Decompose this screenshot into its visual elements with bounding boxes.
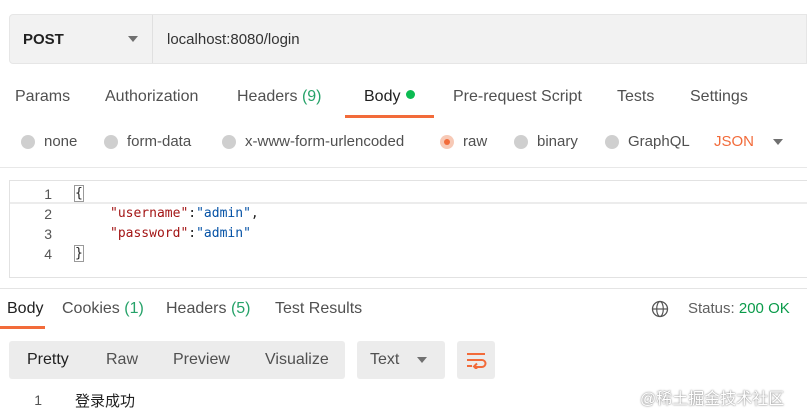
tab-pre-request-script[interactable]: Pre-request Script <box>453 88 582 106</box>
tab-settings[interactable]: Settings <box>690 88 748 106</box>
method-label: POST <box>23 30 64 48</box>
tab-label: Pre-request Script <box>453 88 582 105</box>
tab-count: (9) <box>301 88 322 105</box>
request-tabs: Params Authorization Headers (9) Body Pr… <box>0 80 807 120</box>
tab-label: Headers <box>237 88 298 105</box>
line-number: 1 <box>44 186 52 202</box>
close-brace: } <box>74 245 84 262</box>
line-number: 1 <box>34 392 42 408</box>
chevron-down-icon <box>128 36 138 42</box>
view-visualize-button[interactable]: Visualize <box>265 351 329 369</box>
radio-raw[interactable]: raw <box>440 133 487 150</box>
tab-authorization[interactable]: Authorization <box>105 88 198 106</box>
code-line: 2 "username":"admin", <box>10 204 807 224</box>
radio-circle <box>21 134 35 149</box>
code-line: 4 } <box>10 244 807 264</box>
body-format-label: JSON <box>714 133 755 150</box>
json-value: "admin" <box>196 206 251 221</box>
code-text: { <box>74 184 84 204</box>
request-body-editor[interactable]: 1 { 2 "username":"admin", 3 "password":"… <box>9 180 807 278</box>
radio-label: binary <box>537 133 578 150</box>
tab-label: Settings <box>690 88 748 105</box>
status-label: Status: <box>688 300 735 317</box>
code-text: "password":"admin" <box>110 224 251 244</box>
globe-icon[interactable] <box>651 300 669 318</box>
url-text: localhost:8080/login <box>167 30 300 48</box>
tab-count: (1) <box>124 300 144 317</box>
radio-label: raw <box>463 133 488 150</box>
tab-label: Headers <box>166 300 227 317</box>
line-number: 2 <box>44 206 52 222</box>
tab-label: Params <box>15 88 71 105</box>
response-format-label: Text <box>370 351 400 368</box>
chevron-down-icon <box>417 357 428 363</box>
wrap-lines-icon <box>467 353 487 369</box>
active-tab-underline <box>0 326 45 329</box>
view-mode-group: Pretty Raw Preview Visualize <box>9 341 345 379</box>
line-number: 4 <box>44 246 52 262</box>
radio-label: x-www-form-urlencoded <box>245 133 405 150</box>
radio-circle <box>104 134 118 149</box>
radio-none[interactable]: none <box>21 133 77 150</box>
tab-response-body[interactable]: Body <box>7 300 43 318</box>
tab-headers[interactable]: Headers (9) <box>237 88 322 106</box>
radio-x-www-form-urlencoded[interactable]: x-www-form-urlencoded <box>222 133 404 150</box>
active-tab-underline <box>345 115 434 118</box>
response-format-select[interactable]: Text <box>357 341 445 379</box>
tab-label: Cookies <box>62 300 120 317</box>
tab-test-results[interactable]: Test Results <box>275 300 362 318</box>
view-raw-button[interactable]: Raw <box>106 351 138 369</box>
radio-label: form-data <box>127 133 192 150</box>
radio-label: none <box>44 133 78 150</box>
divider <box>0 288 807 289</box>
radio-label: GraphQL <box>628 133 690 150</box>
tab-params[interactable]: Params <box>15 88 70 106</box>
json-key: "username" <box>110 206 189 221</box>
chevron-down-icon <box>773 138 784 145</box>
response-tabs: Body Cookies (1) Headers (5) Test Result… <box>0 290 807 330</box>
tab-label: Body <box>7 300 44 317</box>
tab-label: Test Results <box>275 300 363 317</box>
radio-circle <box>605 134 619 149</box>
radio-form-data[interactable]: form-data <box>104 133 191 150</box>
tab-tests[interactable]: Tests <box>617 88 654 106</box>
response-text: 登录成功 <box>75 393 136 410</box>
wrap-lines-button[interactable] <box>457 341 495 379</box>
code-line: 3 "password":"admin" <box>10 224 807 244</box>
radio-binary[interactable]: binary <box>514 133 578 150</box>
tab-count: (5) <box>230 300 251 317</box>
request-url-bar: POST localhost:8080/login <box>9 14 807 64</box>
method-select[interactable]: POST <box>10 15 153 63</box>
body-format-select[interactable]: JSON <box>714 133 784 150</box>
json-colon: : <box>188 226 197 241</box>
code-text: } <box>74 244 84 264</box>
radio-circle <box>514 134 528 149</box>
watermark: @稀土掘金技术社区 <box>640 391 785 408</box>
response-status: Status: 200 OK <box>688 300 790 317</box>
tab-response-headers[interactable]: Headers (5) <box>166 300 251 318</box>
json-comma: , <box>250 206 259 221</box>
tab-label: Tests <box>617 88 655 105</box>
open-brace: { <box>74 185 84 202</box>
radio-graphql[interactable]: GraphQL <box>605 133 690 150</box>
code-text: "username":"admin", <box>110 204 259 224</box>
divider <box>0 167 807 168</box>
json-value: "admin" <box>196 226 251 241</box>
radio-circle <box>440 134 454 149</box>
tab-label: Authorization <box>105 88 199 105</box>
tab-body[interactable]: Body <box>364 88 416 106</box>
json-key: "password" <box>110 226 189 241</box>
url-input[interactable]: localhost:8080/login <box>153 15 806 63</box>
modified-dot-icon <box>406 90 416 99</box>
status-value: 200 OK <box>738 300 790 317</box>
body-type-radios: none form-data x-www-form-urlencoded raw… <box>0 128 807 160</box>
json-colon: : <box>188 206 197 221</box>
line-number: 3 <box>44 226 52 242</box>
radio-circle <box>222 134 236 149</box>
view-preview-button[interactable]: Preview <box>173 351 230 369</box>
view-pretty-button[interactable]: Pretty <box>27 351 69 369</box>
tab-label: Body <box>364 88 401 105</box>
code-line: 1 { <box>10 184 807 204</box>
tab-cookies[interactable]: Cookies (1) <box>62 300 144 318</box>
